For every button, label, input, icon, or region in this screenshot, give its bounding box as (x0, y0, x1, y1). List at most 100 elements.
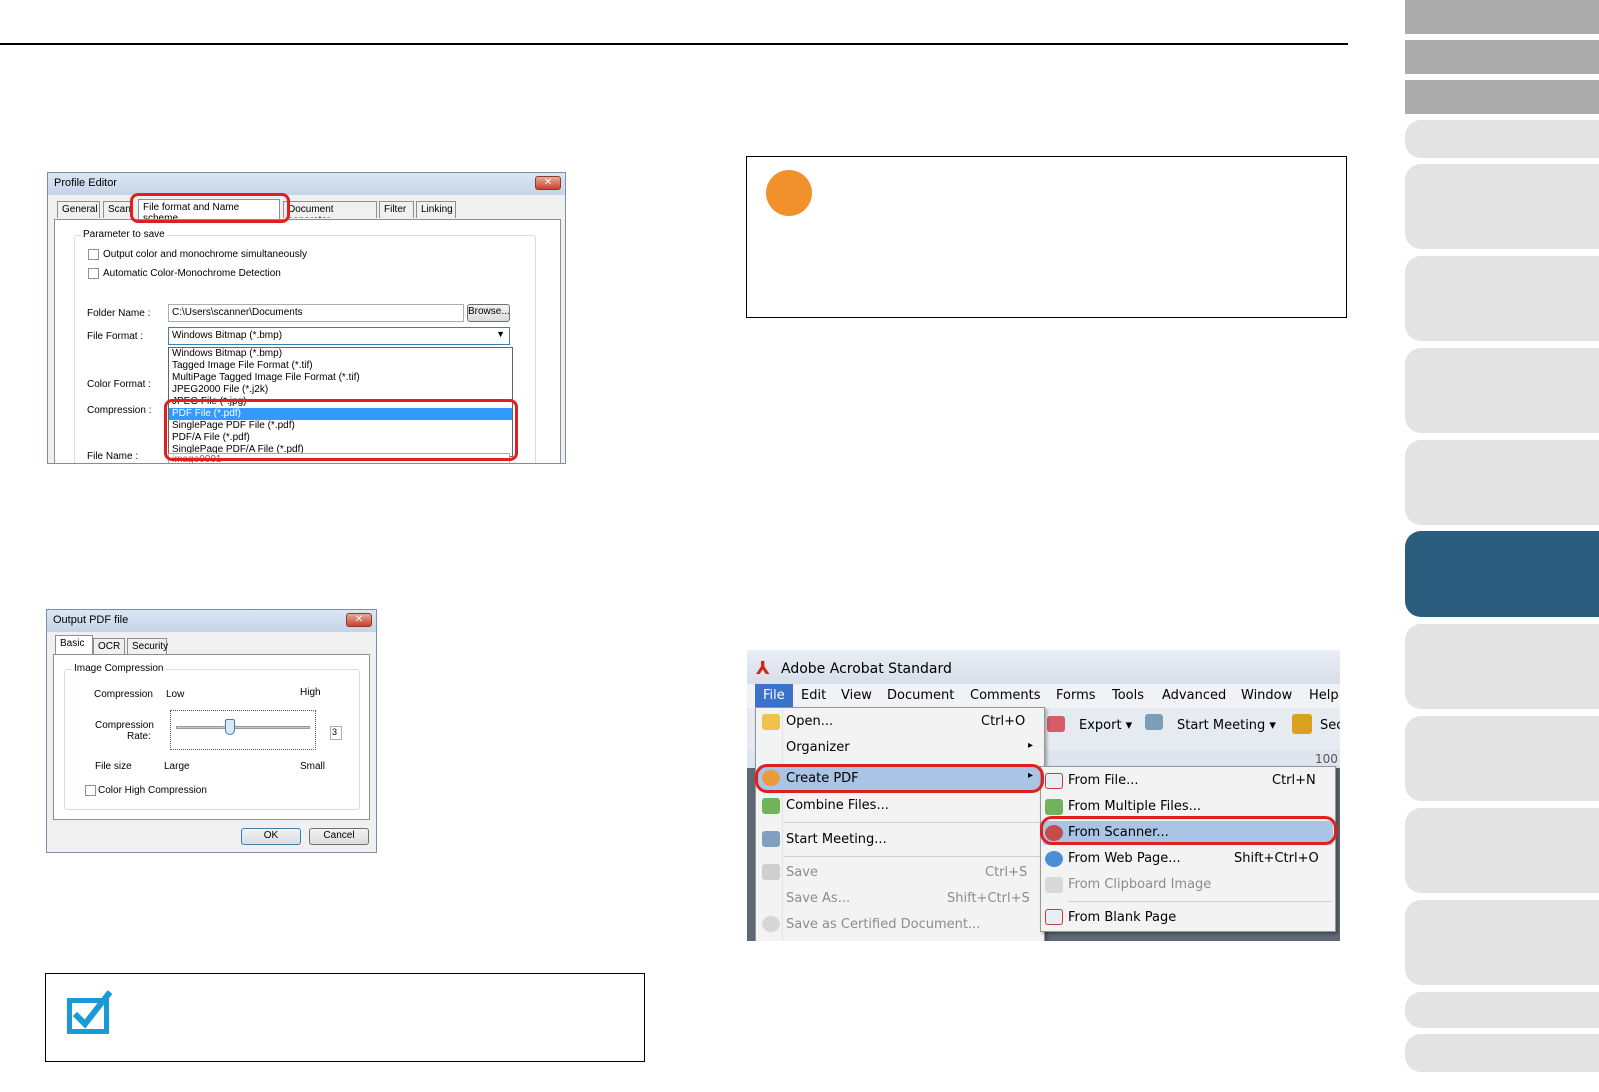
hint-box (45, 973, 645, 1062)
tab-general[interactable]: General (57, 201, 100, 218)
attention-box (746, 156, 1347, 318)
nav-tab-active[interactable] (1405, 531, 1599, 617)
nav-tab-4[interactable] (1405, 120, 1599, 158)
export-icon (1047, 716, 1065, 732)
folder-name-label: Folder Name : (87, 308, 151, 319)
save-icon (762, 864, 780, 880)
nav-tab-5[interactable] (1405, 164, 1599, 249)
folder-name-input[interactable]: C:\Users\scanner\Documents (168, 304, 464, 322)
highlight-file-format-tab (130, 193, 290, 223)
tab-basic[interactable]: Basic (55, 635, 93, 655)
submenu-item-from-blank[interactable]: From Blank Page (1068, 910, 1176, 925)
small-label: Small (300, 761, 326, 772)
menu-advanced[interactable]: Advanced (1162, 688, 1226, 703)
menu-item-organizer[interactable]: Organizer (786, 740, 850, 755)
start-meeting-button[interactable]: Start Meeting ▾ (1177, 718, 1276, 733)
menu-item-start-meeting[interactable]: Start Meeting... (786, 832, 887, 847)
menu-item-save-as[interactable]: Save As... (786, 891, 850, 906)
file-format-option[interactable]: Tagged Image File Format (*.tif) (169, 360, 512, 372)
menu-document[interactable]: Document (887, 688, 954, 703)
nav-tab-7[interactable] (1405, 348, 1599, 433)
menu-file[interactable]: File (755, 684, 793, 708)
checkbox-label: Color High Compression (98, 785, 207, 796)
acrobat-logo-icon: ⅄ (756, 658, 770, 679)
from-file-icon (1045, 773, 1063, 789)
menu-help[interactable]: Help (1309, 688, 1339, 703)
tab-scan[interactable]: Scan (103, 201, 133, 218)
create-pdf-submenu: From File... Ctrl+N From Multiple Files.… (1040, 766, 1336, 932)
menu-tools[interactable]: Tools (1112, 688, 1144, 703)
compression-slider[interactable] (170, 710, 316, 750)
menu-item-combine[interactable]: Combine Files... (786, 798, 889, 813)
tab-document-separator[interactable]: Document separator (283, 201, 377, 218)
compression-label: Compression (94, 689, 153, 700)
meeting-icon (762, 831, 780, 847)
nav-tab-14[interactable] (1405, 992, 1599, 1028)
low-label: Low (166, 689, 185, 700)
export-button[interactable]: Export ▾ (1079, 718, 1132, 733)
file-format-select[interactable]: Windows Bitmap (*.bmp) ▼ (168, 327, 510, 345)
tab-filter[interactable]: Filter (379, 201, 414, 218)
output-pdf-dialog: Output PDF file ✕ Basic OCR Security Ima… (46, 609, 377, 853)
close-button[interactable]: ✕ (535, 176, 561, 190)
menu-gutter (782, 708, 783, 941)
submenu-item-from-file[interactable]: From File... (1068, 773, 1139, 788)
tab-linking[interactable]: Linking (416, 201, 456, 218)
file-format-option[interactable]: JPEG2000 File (*.j2k) (169, 384, 512, 396)
menu-view[interactable]: View (841, 688, 872, 703)
tab-ocr[interactable]: OCR (93, 638, 125, 655)
compression-label: Compression : (87, 405, 152, 416)
nav-tab-11[interactable] (1405, 716, 1599, 801)
cancel-button[interactable]: Cancel (309, 828, 369, 845)
rate-value: 3 (330, 726, 342, 740)
menu-item-save[interactable]: Save (786, 865, 818, 880)
large-label: Large (164, 761, 190, 772)
nav-tab-12[interactable] (1405, 808, 1599, 893)
browse-button[interactable]: Browse... (467, 304, 510, 322)
shortcut: Ctrl+N (1272, 773, 1316, 788)
nav-tab-3[interactable] (1405, 80, 1599, 114)
tab-security[interactable]: Security (127, 638, 168, 655)
nav-tab-2[interactable] (1405, 40, 1599, 74)
menu-comments[interactable]: Comments (970, 688, 1040, 703)
menu-separator (784, 822, 1042, 823)
profile-editor-titlebar: Profile Editor ✕ (48, 173, 565, 195)
chevron-down-icon[interactable]: ▼ (496, 329, 505, 339)
secure-button[interactable]: Sec (1320, 718, 1340, 733)
output-both-checkbox[interactable] (88, 249, 99, 260)
submenu-item-from-clipboard[interactable]: From Clipboard Image (1068, 877, 1211, 892)
nav-tab-10[interactable] (1405, 624, 1599, 709)
menu-forms[interactable]: Forms (1056, 688, 1096, 703)
menu-item-open[interactable]: Open... (786, 714, 833, 729)
nav-tab-15[interactable] (1405, 1034, 1599, 1072)
file-name-label: File Name : (87, 451, 139, 462)
nav-tab-8[interactable] (1405, 440, 1599, 525)
ok-button[interactable]: OK (241, 828, 301, 845)
menu-edit[interactable]: Edit (801, 688, 826, 703)
file-size-label: File size (95, 761, 132, 772)
auto-detect-checkbox[interactable] (88, 268, 99, 279)
nav-tab-1[interactable] (1405, 0, 1599, 34)
dialog-title: Output PDF file (53, 614, 129, 626)
submenu-item-from-web[interactable]: From Web Page... (1068, 851, 1181, 866)
menu-separator (784, 856, 1042, 857)
acrobat-titlebar: ⅄ Adobe Acrobat Standard (747, 650, 1340, 684)
menu-separator (1067, 901, 1333, 902)
color-high-compression-checkbox[interactable] (85, 785, 96, 796)
highlight-create-pdf (755, 764, 1044, 793)
folder-icon (762, 714, 780, 730)
submenu-item-from-multiple[interactable]: From Multiple Files... (1068, 799, 1201, 814)
group-title: Image Compression (72, 663, 166, 674)
menu-window[interactable]: Window (1241, 688, 1292, 703)
nav-tab-6[interactable] (1405, 256, 1599, 341)
zoom-field[interactable]: 100 (1315, 752, 1338, 766)
menubar: File Edit View Document Comments Forms T… (747, 684, 1340, 708)
file-format-label: File Format : (87, 331, 144, 342)
slider-thumb[interactable] (224, 719, 235, 735)
combine-icon (762, 798, 780, 814)
nav-tab-13[interactable] (1405, 900, 1599, 985)
menu-item-save-certified[interactable]: Save as Certified Document... (786, 917, 980, 932)
file-format-option[interactable]: MultiPage Tagged Image File Format (*.ti… (169, 372, 512, 384)
file-format-option[interactable]: Windows Bitmap (*.bmp) (169, 348, 512, 360)
close-button[interactable]: ✕ (346, 613, 372, 627)
